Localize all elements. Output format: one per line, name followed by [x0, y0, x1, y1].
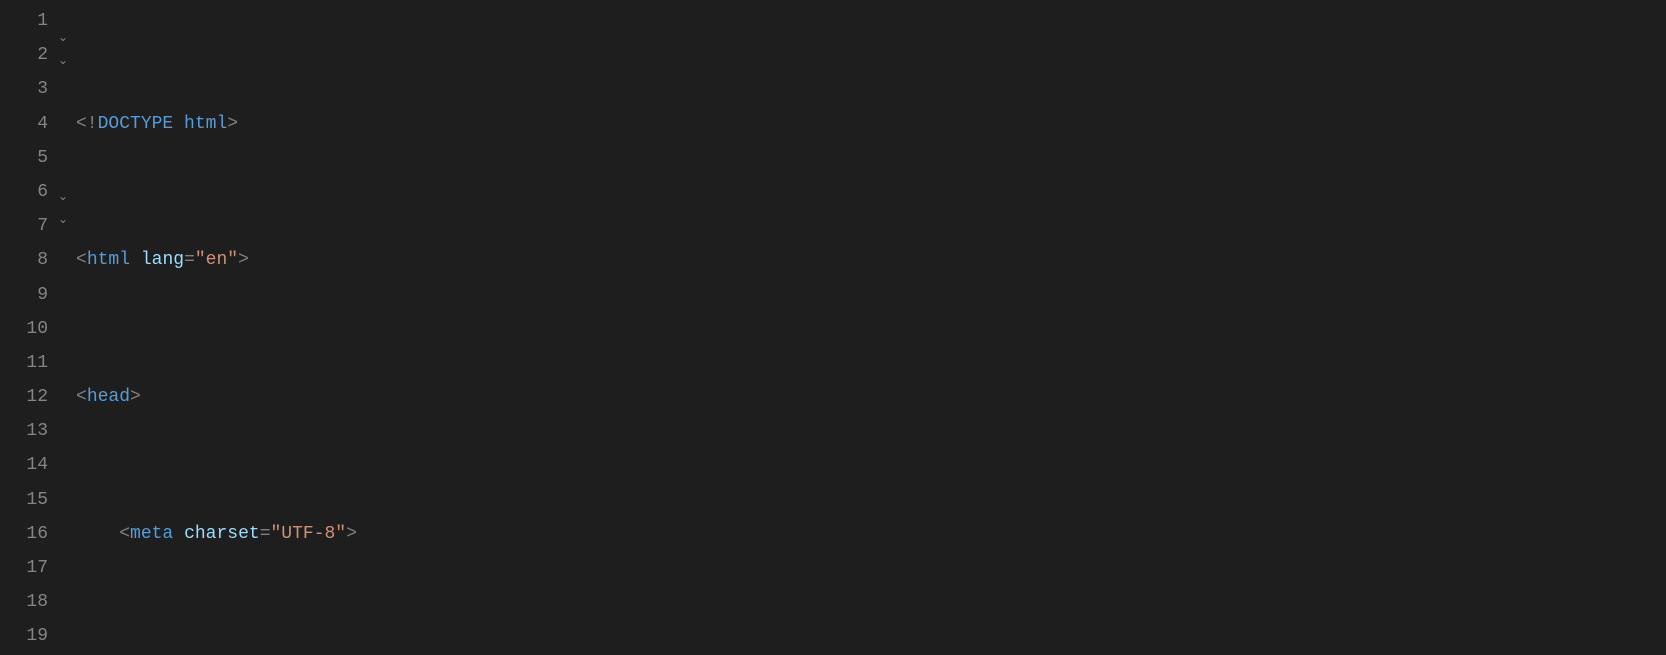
- chevron-down-icon[interactable]: ⌄: [54, 209, 72, 232]
- punct: <: [76, 387, 87, 407]
- code-editor[interactable]: 1 2 3 4 5 6 7 8 9 10 11 12 13 14 15 16 1…: [0, 0, 1666, 655]
- chevron-down-icon[interactable]: ⌄: [54, 27, 72, 50]
- doctype-kw: html: [184, 114, 227, 134]
- space: [173, 524, 184, 544]
- punct: <!: [76, 114, 98, 134]
- space: [130, 250, 141, 270]
- line-number: 13: [0, 414, 48, 448]
- string: "UTF-8": [271, 524, 347, 544]
- tag: meta: [130, 524, 173, 544]
- line-number: 8: [0, 243, 48, 277]
- line-number: 17: [0, 551, 48, 585]
- string: "en": [195, 250, 238, 270]
- punct: >: [346, 524, 357, 544]
- line-number-gutter: 1 2 3 4 5 6 7 8 9 10 11 12 13 14 15 16 1…: [0, 0, 54, 655]
- line-number: 1: [0, 4, 48, 38]
- punct: =: [260, 524, 271, 544]
- tag: head: [87, 387, 130, 407]
- punct: <: [76, 250, 87, 270]
- line-number: 3: [0, 72, 48, 106]
- punct: =: [184, 250, 195, 270]
- line-number: 9: [0, 278, 48, 312]
- line-number: 6: [0, 175, 48, 209]
- code-line[interactable]: <html lang="en">: [76, 243, 1666, 277]
- code-line[interactable]: <meta charset="UTF-8">: [76, 517, 1666, 551]
- punct: <: [119, 524, 130, 544]
- line-number: 5: [0, 141, 48, 175]
- line-number: 11: [0, 346, 48, 380]
- code-content[interactable]: <!DOCTYPE html> <html lang="en"> <head> …: [72, 0, 1666, 655]
- line-number: 14: [0, 448, 48, 482]
- line-number: 7: [0, 209, 48, 243]
- tag: html: [87, 250, 130, 270]
- chevron-down-icon[interactable]: ⌄: [54, 186, 72, 209]
- space: [173, 114, 184, 134]
- punct: >: [238, 250, 249, 270]
- code-line[interactable]: <!DOCTYPE html>: [76, 107, 1666, 141]
- line-number: 4: [0, 107, 48, 141]
- punct: >: [130, 387, 141, 407]
- line-number: 15: [0, 483, 48, 517]
- line-number: 10: [0, 312, 48, 346]
- attr: lang: [141, 250, 184, 270]
- fold-gutter: ⌄ ⌄ ⌄ ⌄: [54, 0, 72, 655]
- line-number: 18: [0, 585, 48, 619]
- punct: >: [227, 114, 238, 134]
- attr: charset: [184, 524, 260, 544]
- chevron-down-icon[interactable]: ⌄: [54, 50, 72, 73]
- line-number: 2: [0, 38, 48, 72]
- line-number: 12: [0, 380, 48, 414]
- doctype-kw: DOCTYPE: [98, 114, 174, 134]
- line-number: 16: [0, 517, 48, 551]
- code-line[interactable]: <head>: [76, 380, 1666, 414]
- line-number: 19: [0, 619, 48, 653]
